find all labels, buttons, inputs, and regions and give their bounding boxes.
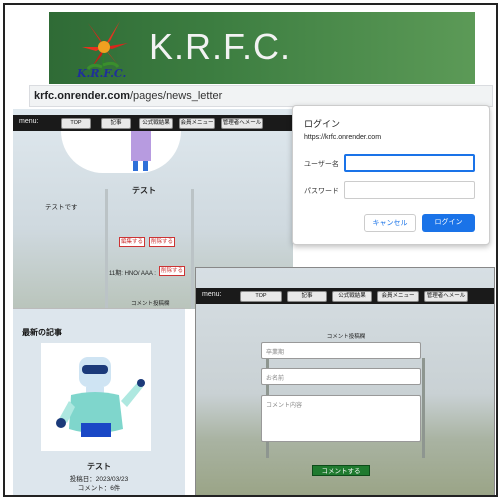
nav-member-button[interactable]: 会員メニュー — [377, 291, 419, 302]
delete-button[interactable]: 削除する — [149, 237, 175, 247]
comment-delete-button[interactable]: 削除する — [159, 266, 185, 276]
site-banner: K.R.F.C. K.R.F.C. — [49, 12, 475, 84]
address-bar[interactable]: krfc.onrender.com/pages/news_letter — [29, 85, 493, 107]
site-title: K.R.F.C. — [149, 26, 292, 67]
login-dialog: ログイン https://krfc.onrender.com ユーザー名 パスワ… — [292, 105, 490, 245]
nav-articles-button[interactable]: 記事 — [287, 291, 327, 302]
url-text: krfc.onrender.com/pages/news_letter — [34, 90, 223, 102]
nav-menu-label: menu: — [19, 118, 39, 125]
grad-year-input[interactable]: 卒業期 — [261, 342, 421, 359]
comment-section-label: コメント投稿欄 — [131, 301, 170, 307]
login-button[interactable]: ログイン — [422, 214, 475, 232]
comment-author-line: 11期: HNO/ AAA : — [109, 271, 156, 277]
comment-textarea[interactable]: コメント内容 — [261, 395, 421, 442]
nav-admin-mail-button[interactable]: 管理者へメール — [424, 291, 468, 302]
nav-results-button[interactable]: 公式戦結果 — [139, 118, 173, 129]
article-title: テスト — [132, 186, 156, 195]
latest-article-comment-count: コメント：6件 — [77, 485, 121, 492]
comment-form-panel: menu: TOP 記事 公式戦結果 会員メニュー 管理者へメール コメント投稿… — [195, 267, 495, 495]
password-label: パスワード — [304, 187, 339, 195]
article-illustration — [61, 131, 181, 173]
logo-text: K.R.F.C. — [77, 67, 127, 80]
goalpost-decoration — [191, 189, 194, 309]
screenshot-frame: K.R.F.C. K.R.F.C. krfc.onrender.com/page… — [3, 3, 498, 497]
nav-results-button[interactable]: 公式戦結果 — [332, 291, 372, 302]
nav-admin-mail-button[interactable]: 管理者へメール — [221, 118, 263, 129]
submit-comment-button[interactable]: コメントする — [312, 465, 370, 476]
comment-form-heading: コメント投稿欄 — [326, 334, 366, 340]
username-input[interactable] — [344, 154, 475, 172]
cancel-button[interactable]: キャンセル — [364, 214, 416, 232]
goalpost-decoration — [422, 358, 425, 458]
article-body: テストです — [45, 204, 78, 211]
edit-button[interactable]: 編集する — [119, 237, 145, 247]
username-label: ユーザー名 — [304, 160, 339, 168]
nav-articles-button[interactable]: 記事 — [101, 118, 131, 129]
site-navbar: menu: TOP 記事 公式戦結果 会員メニュー 管理者へメール — [13, 115, 293, 131]
goalpost-decoration — [105, 189, 108, 309]
latest-article-heading: 最新の記事 — [22, 328, 62, 337]
nav-top-button[interactable]: TOP — [240, 291, 282, 302]
password-input[interactable] — [344, 181, 475, 199]
robot-illustration — [41, 343, 151, 451]
site-navbar: menu: TOP 記事 公式戦結果 会員メニュー 管理者へメール — [196, 288, 494, 304]
nav-menu-label: menu: — [202, 291, 222, 298]
name-input[interactable]: お名前 — [261, 368, 421, 385]
nav-top-button[interactable]: TOP — [61, 118, 91, 129]
latest-article-card: 最新の記事 テスト 投稿日：2023/03/23 コメント：6件 — [13, 308, 185, 495]
nav-member-button[interactable]: 会員メニュー — [179, 118, 215, 129]
latest-article-title[interactable]: テスト — [13, 461, 185, 472]
login-dialog-site: https://krfc.onrender.com — [304, 134, 382, 141]
login-dialog-title: ログイン — [304, 120, 341, 130]
